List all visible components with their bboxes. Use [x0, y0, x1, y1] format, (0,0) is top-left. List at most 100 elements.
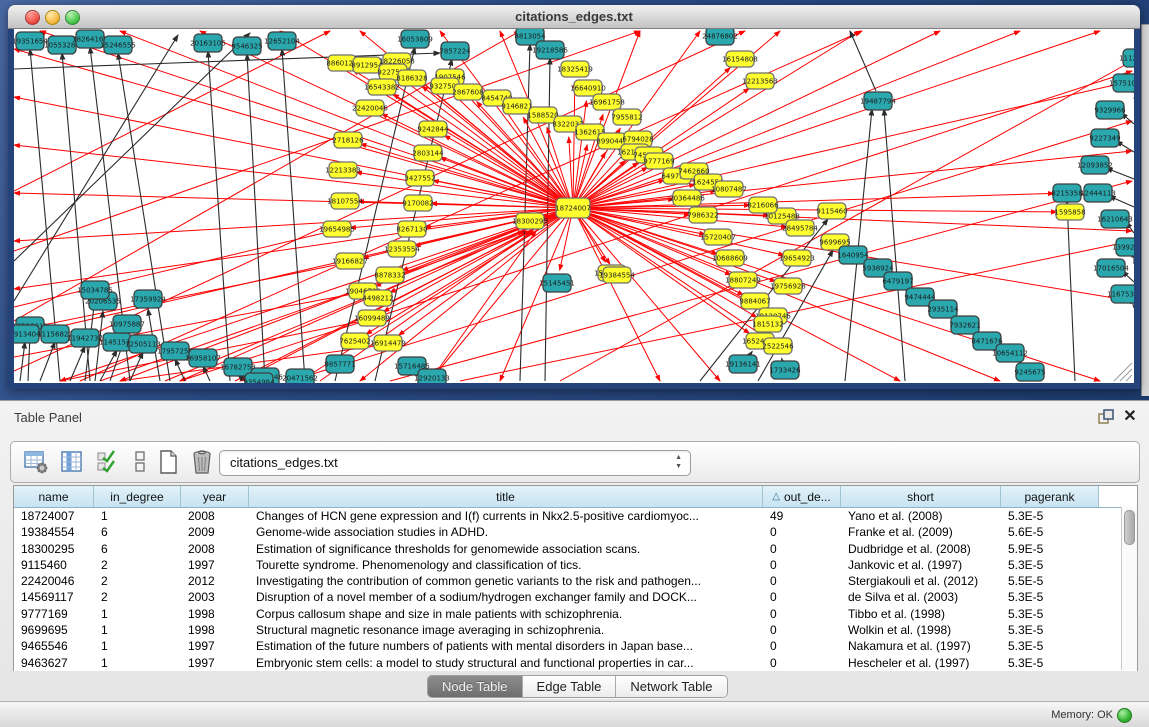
- table-cell-in_degree[interactable]: 2: [94, 573, 181, 589]
- table-cell-in_degree[interactable]: 2: [94, 589, 181, 605]
- table-row[interactable]: 2242004622012Investigating the contribut…: [14, 573, 1137, 589]
- table-cell-title[interactable]: Investigating the contribution of common…: [249, 573, 763, 589]
- table-cell-year[interactable]: 1998: [181, 622, 249, 638]
- table-cell-pagerank[interactable]: 5.3E-5: [1001, 589, 1099, 605]
- table-cell-name[interactable]: 19384554: [14, 524, 94, 540]
- graph-node[interactable]: 16914479: [370, 335, 406, 351]
- graph-node[interactable]: 8267130: [396, 221, 427, 237]
- graph-node[interactable]: 15751074: [1109, 74, 1134, 92]
- table-cell-year[interactable]: 1998: [181, 606, 249, 622]
- graph-node[interactable]: 9170082: [402, 195, 433, 211]
- table-row[interactable]: 1456911722003Disruption of a novel membe…: [14, 589, 1137, 605]
- graph-node[interactable]: 2803144: [412, 145, 444, 161]
- table-cell-short[interactable]: Wolkin et al. (1998): [841, 622, 1001, 638]
- graph-node[interactable]: 11942737: [67, 329, 103, 347]
- table-cell-title[interactable]: Estimation of the future numbers of pati…: [249, 638, 763, 654]
- graph-node[interactable]: 1595858: [1054, 204, 1085, 220]
- graph-node[interactable]: 15034785: [77, 281, 113, 299]
- clear-selection-icon[interactable]: [127, 449, 153, 475]
- graph-node[interactable]: 9777169: [643, 153, 674, 169]
- table-cell-title[interactable]: Structural magnetic resonance image aver…: [249, 622, 763, 638]
- table-cell-name[interactable]: 9777169: [14, 606, 94, 622]
- graph-node[interactable]: 11675333: [1107, 285, 1134, 303]
- graph-node[interactable]: 7625402: [339, 333, 370, 349]
- column-header-year[interactable]: year: [181, 486, 249, 507]
- table-cell-pagerank[interactable]: 5.9E-5: [1001, 541, 1099, 557]
- table-cell-title[interactable]: Changes of HCN gene expression and I(f) …: [249, 508, 763, 524]
- table-cell-name[interactable]: 22420046: [14, 573, 94, 589]
- table-cell-short[interactable]: Dudbridge et al. (2008): [841, 541, 1001, 557]
- table-cell-short[interactable]: Franke et al. (2009): [841, 524, 1001, 540]
- graph-node[interactable]: 19654923: [779, 250, 815, 266]
- graph-node[interactable]: 17359924: [130, 290, 166, 308]
- graph-node[interactable]: 22420046: [352, 100, 388, 116]
- graph-node[interactable]: 19218586: [532, 41, 568, 59]
- table-row[interactable]: 946554611997Estimation of the future num…: [14, 638, 1137, 654]
- table-cell-name[interactable]: 9699695: [14, 622, 94, 638]
- table-cell-out_de[interactable]: 0: [763, 524, 841, 540]
- table-cell-out_de[interactable]: 0: [763, 557, 841, 573]
- column-header-name[interactable]: name: [14, 486, 94, 507]
- graph-node[interactable]: 7857224: [439, 42, 471, 60]
- graph-node[interactable]: 2522546: [762, 338, 794, 354]
- graph-node[interactable]: 9227349: [1089, 129, 1120, 147]
- table-cell-year[interactable]: 1997: [181, 557, 249, 573]
- table-cell-out_de[interactable]: 0: [763, 622, 841, 638]
- column-header-pagerank[interactable]: pagerank: [1001, 486, 1099, 507]
- graph-node[interactable]: 15720407: [700, 229, 736, 245]
- table-settings-icon[interactable]: [23, 449, 49, 475]
- table-cell-year[interactable]: 2012: [181, 573, 249, 589]
- new-document-icon[interactable]: [155, 449, 181, 475]
- float-panel-icon[interactable]: [1097, 408, 1115, 426]
- table-row[interactable]: 1830029562008Estimation of significance …: [14, 541, 1137, 557]
- graph-node[interactable]: 1815132: [752, 316, 783, 332]
- graph-node[interactable]: 12652104: [264, 32, 300, 50]
- graph-node[interactable]: 12505113: [125, 335, 161, 353]
- table-cell-title[interactable]: Corpus callosum shape and size in male p…: [249, 606, 763, 622]
- table-cell-short[interactable]: Nakamura et al. (1997): [841, 638, 1001, 654]
- graph-node[interactable]: 3427552: [404, 170, 435, 186]
- graph-node[interactable]: 9884067: [739, 293, 770, 309]
- table-cell-year[interactable]: 2008: [181, 508, 249, 524]
- graph-node[interactable]: 18300295: [512, 213, 548, 229]
- table-cell-short[interactable]: Hescheler et al. (1997): [841, 655, 1001, 671]
- graph-node[interactable]: 7955812: [611, 109, 642, 125]
- graph-node[interactable]: 28495784: [782, 220, 818, 236]
- table-cell-title[interactable]: Embryonic stem cells: a model to study s…: [249, 655, 763, 671]
- graph-node[interactable]: 19487794: [860, 92, 896, 110]
- graph-node[interactable]: 16210643: [1097, 210, 1133, 228]
- graph-node[interactable]: 16053809: [397, 30, 433, 48]
- graph-node[interactable]: 16099489: [354, 310, 390, 326]
- graph-node[interactable]: 12353554: [384, 241, 420, 257]
- table-cell-year[interactable]: 2003: [181, 589, 249, 605]
- table-cell-year[interactable]: 1997: [181, 655, 249, 671]
- table-cell-short[interactable]: de Silva et al. (2003): [841, 589, 1001, 605]
- table-cell-title[interactable]: Tourette syndrome. Phenomenology and cla…: [249, 557, 763, 573]
- graph-node[interactable]: 12444113: [1080, 184, 1116, 202]
- graph-node[interactable]: 19136141: [725, 355, 761, 373]
- table-cell-in_degree[interactable]: 1: [94, 655, 181, 671]
- tab-network-table[interactable]: Network Table: [616, 676, 726, 697]
- graph-node[interactable]: 20163105: [190, 34, 226, 52]
- network-canvas[interactable]: 1872400788601228912954182260589227505818…: [14, 29, 1134, 383]
- graph-node[interactable]: 2718126: [332, 132, 364, 148]
- graph-node[interactable]: 9546325: [231, 37, 262, 55]
- select-all-icon[interactable]: [95, 449, 121, 475]
- table-cell-out_de[interactable]: 0: [763, 573, 841, 589]
- graph-node[interactable]: 16154808: [722, 51, 758, 67]
- table-row[interactable]: 977716911998Corpus callosum shape and si…: [14, 606, 1137, 622]
- graph-node[interactable]: 18325419: [557, 61, 593, 77]
- table-cell-in_degree[interactable]: 1: [94, 638, 181, 654]
- graph-node[interactable]: 12920133: [414, 369, 450, 383]
- graph-node[interactable]: 18107554: [327, 193, 363, 209]
- table-cell-short[interactable]: Stergiakouli et al. (2012): [841, 573, 1001, 589]
- table-cell-short[interactable]: Tibbo et al. (1998): [841, 606, 1001, 622]
- table-cell-name[interactable]: 18300295: [14, 541, 94, 557]
- resize-grip[interactable]: [1114, 363, 1132, 381]
- graph-node[interactable]: 6479197: [882, 272, 913, 290]
- table-vertical-scrollbar[interactable]: [1121, 507, 1137, 670]
- graph-node[interactable]: 18807249: [725, 272, 761, 288]
- graph-node[interactable]: 19654985: [319, 221, 355, 237]
- table-cell-name[interactable]: 18724007: [14, 508, 94, 524]
- graph-node[interactable]: 19166827: [332, 253, 368, 269]
